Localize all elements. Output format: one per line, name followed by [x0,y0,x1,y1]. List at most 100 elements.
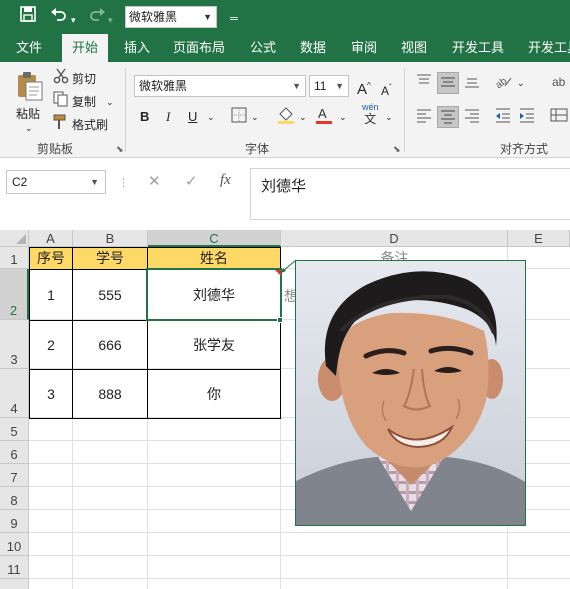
alignment-group-label: 对齐方式 [500,142,549,156]
tab-formulas[interactable]: 公式 [240,34,286,62]
group-divider [125,68,126,152]
align-right-icon[interactable] [461,106,483,129]
cell-a2[interactable]: 1 [29,269,73,321]
scissors-icon[interactable] [53,68,69,89]
undo-dropdown-icon[interactable]: ▾ [71,9,76,31]
tab-data[interactable]: 数据 [290,34,336,62]
column-header-a[interactable]: A [29,230,73,247]
name-box[interactable]: C2 ▼ [6,170,106,194]
group-divider [404,68,405,152]
tab-review[interactable]: 审阅 [341,34,387,62]
row-header-7-label: 7 [10,470,18,485]
chevron-down-icon[interactable]: ⌄ [385,109,393,125]
fill-handle[interactable] [277,317,283,323]
cell-a1[interactable]: 序号 [29,247,73,270]
cell-b1[interactable]: 学号 [72,247,148,270]
row-header-3[interactable]: 3 [0,320,29,369]
column-header-c[interactable]: C [148,230,281,247]
dialog-launcher-icon[interactable]: ⬊ [393,144,401,155]
format-painter-button[interactable]: 格式刷 [72,117,108,133]
format-painter-icon[interactable] [53,114,69,135]
row-header-5[interactable]: 5 [0,418,29,441]
tab-file[interactable]: 文件 [6,34,52,62]
chevron-down-icon[interactable]: ⌄ [339,109,347,125]
dialog-launcher-icon[interactable]: ⬊ [116,144,124,155]
redo-icon[interactable] [88,6,106,29]
column-header-e[interactable]: E [508,230,570,247]
cell-b4[interactable]: 888 [72,369,148,419]
tab-view[interactable]: 视图 [391,34,437,62]
italic-button[interactable]: I [166,109,170,125]
row-header-10[interactable]: 10 [0,533,29,556]
chevron-down-icon[interactable]: ⌄ [517,75,525,91]
increase-indent-icon[interactable] [516,106,538,129]
merge-center-icon[interactable] [548,106,570,129]
chevron-down-icon[interactable]: ⌄ [251,109,259,125]
chevron-down-icon[interactable]: ⌄ [207,109,215,125]
redo-dropdown-icon[interactable]: ▾ [108,9,113,31]
shrink-font-button[interactable]: Aˇ [381,80,392,99]
chevron-down-icon[interactable]: ⌄ [25,120,33,136]
tab-insert[interactable]: 插入 [114,34,160,62]
borders-icon[interactable] [230,107,248,128]
customize-qat-icon[interactable]: ═ [230,8,238,30]
phonetic-char: 文 [364,112,377,126]
cell-b2[interactable]: 555 [72,269,148,321]
paste-icon[interactable] [14,70,44,102]
copy-button[interactable]: 复制 [72,94,96,110]
bold-button[interactable]: B [140,109,149,125]
enter-icon[interactable]: ✓ [185,172,198,190]
align-bottom-icon[interactable] [461,72,483,95]
column-header-b[interactable]: B [73,230,148,247]
column-header-d[interactable]: D [281,230,508,247]
ribbon-tabs: 文件 开始 插入 页面布局 公式 数据 审阅 视图 开发工具 开发工具 [0,34,570,62]
align-center-icon[interactable] [437,106,459,128]
align-middle-icon[interactable] [437,72,459,94]
tab-developer[interactable]: 开发工具 [446,34,510,62]
align-top-icon[interactable] [413,72,435,95]
copy-icon[interactable] [53,91,69,112]
undo-icon[interactable] [50,6,68,29]
grow-font-button[interactable]: A^ [357,78,371,98]
decrease-indent-icon[interactable] [492,106,514,129]
underline-button[interactable]: U [188,109,197,125]
align-left-icon[interactable] [413,106,435,129]
tab-page-layout[interactable]: 页面布局 [168,34,230,62]
insert-function-icon[interactable]: fx [220,172,231,189]
row-header-6[interactable]: 6 [0,441,29,464]
tab-home[interactable]: 开始 [62,34,108,62]
font-size-combo[interactable]: 11 ▼ [309,75,349,97]
formula-input[interactable]: 刘德华 [250,168,570,220]
row-header-2[interactable]: 2 [0,269,29,320]
cell-a4[interactable]: 3 [29,369,73,419]
chevron-down-icon[interactable]: ⌄ [106,94,114,110]
row-header-8[interactable]: 8 [0,487,29,510]
cell-b3[interactable]: 666 [72,320,148,370]
qat-font-combo[interactable]: 微软雅黑 ▼ [125,6,217,28]
tab-developer-2[interactable]: 开发工具 [522,34,570,62]
font-color-icon[interactable]: A [314,105,334,130]
select-all-button[interactable] [0,230,29,247]
fill-color-icon[interactable] [276,105,296,130]
cell-c1[interactable]: 姓名 [147,247,281,270]
chevron-down-icon: ▼ [203,12,212,22]
row-header-1[interactable]: 1 [0,247,29,269]
orientation-icon[interactable]: ab [492,72,514,95]
save-icon[interactable] [20,6,36,29]
row-header-11[interactable]: 11 [0,556,29,579]
row-header-12[interactable] [0,579,29,589]
comment-photo[interactable] [295,260,526,526]
phonetic-button[interactable]: wén 文 [362,102,379,126]
font-name-combo[interactable]: 微软雅黑 ▼ [134,75,306,97]
chevron-down-icon[interactable]: ⌄ [299,109,307,125]
cut-button[interactable]: 剪切 [72,71,96,87]
cell-a3[interactable]: 2 [29,320,73,370]
cell-c3[interactable]: 张学友 [147,320,281,370]
cancel-icon[interactable]: ✕ [148,172,161,190]
font-size-value: 11 [314,79,327,93]
wrap-text-button[interactable]: ab [552,74,565,90]
row-header-4[interactable]: 4 [0,369,29,418]
row-header-9[interactable]: 9 [0,510,29,533]
row-header-7[interactable]: 7 [0,464,29,487]
cell-c4[interactable]: 你 [147,369,281,419]
